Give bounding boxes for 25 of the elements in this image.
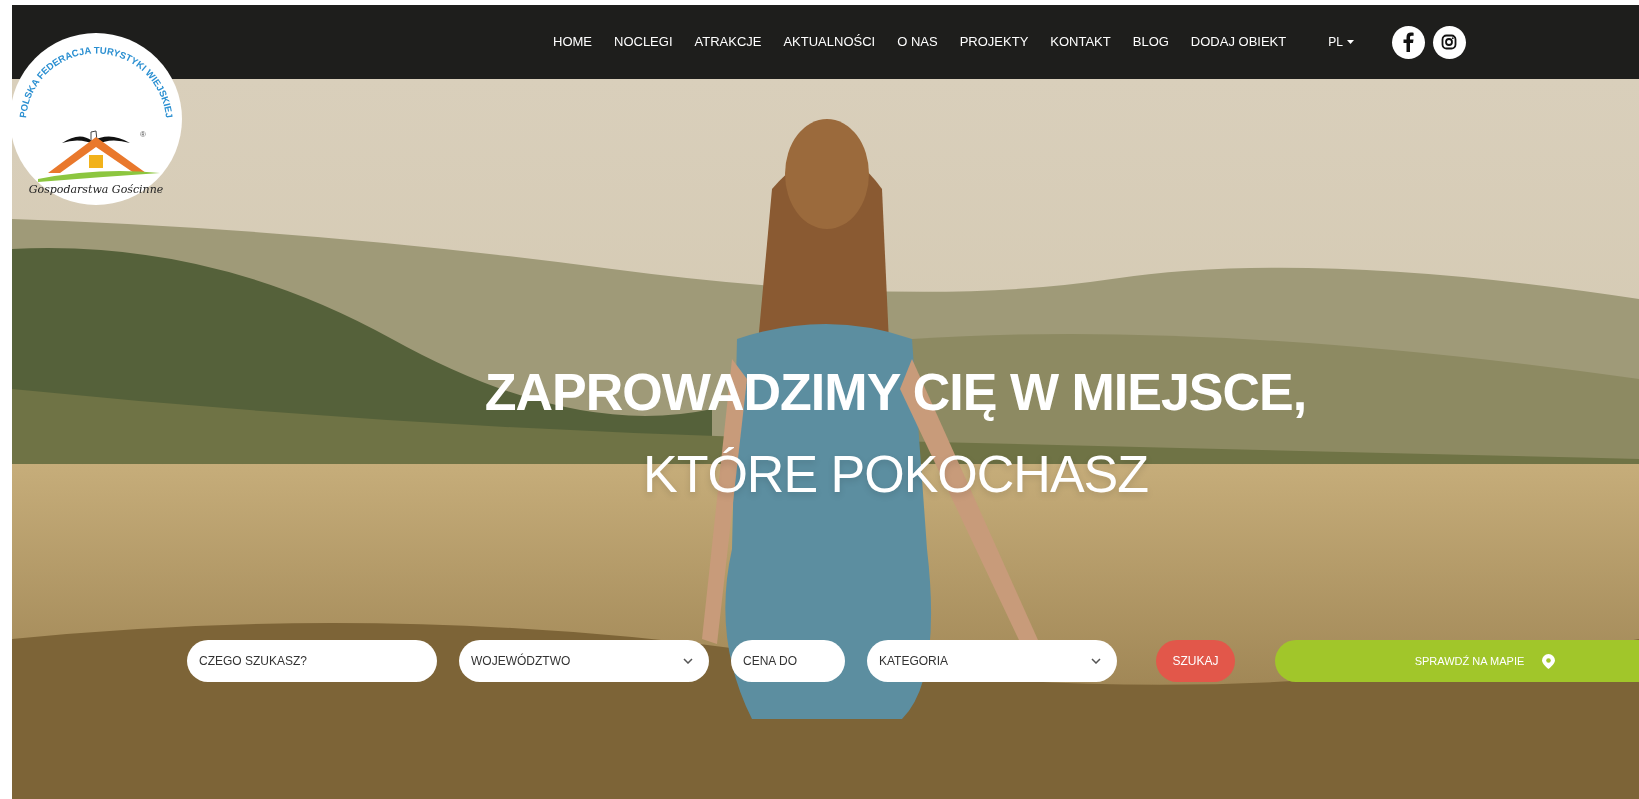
nav-link[interactable]: DODAJ OBIEKT [1190, 32, 1287, 52]
chevron-down-icon [683, 658, 693, 664]
map-pin-icon [1542, 653, 1556, 669]
nav-link[interactable]: PROJEKTY [959, 32, 1029, 52]
nav-link[interactable]: ATRAKCJE [694, 32, 762, 52]
select-field[interactable]: KATEGORIA [867, 640, 1117, 682]
nav-link[interactable]: KONTAKT [1050, 32, 1111, 52]
nav-link[interactable]: BLOG [1132, 32, 1169, 52]
input-field[interactable]: CENA DO [731, 640, 845, 682]
caret-icon [1346, 40, 1354, 44]
instagram-link[interactable] [1432, 25, 1466, 59]
nav-link[interactable]: NOCLEGI [614, 32, 673, 52]
chevron-down-icon [1091, 658, 1101, 664]
nav-link[interactable]: O NAS [897, 32, 938, 52]
logo-script-text: Gospodarstwa Gościnne [28, 183, 164, 196]
language-selector[interactable]: PL [1328, 33, 1354, 51]
registered-mark: ® [140, 130, 146, 139]
instagram-icon [1441, 34, 1458, 50]
nav-link[interactable]: HOME [553, 32, 592, 52]
facebook-link[interactable] [1391, 25, 1425, 59]
facebook-icon [1401, 32, 1416, 52]
input-field[interactable]: CZEGO SZUKASZ? [187, 640, 437, 682]
nav-link[interactable]: AKTUALNOŚCI [783, 32, 876, 52]
select-field[interactable]: WOJEWÓDZTWO [459, 640, 709, 682]
hero-headline: ZAPROWADZIMY CIĘ W MIEJSCE, [484, 362, 1307, 422]
